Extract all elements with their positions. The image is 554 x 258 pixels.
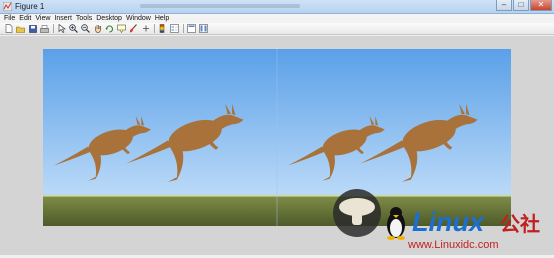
figure-toolbar: [0, 23, 554, 35]
show-plot-tools-icon[interactable]: [199, 24, 208, 33]
insert-legend-icon[interactable]: [170, 24, 179, 33]
open-icon[interactable]: [16, 24, 25, 33]
blurred-taskbar-text: [140, 4, 300, 8]
toolbar-separator: [53, 24, 54, 33]
menu-desktop[interactable]: Desktop: [96, 14, 122, 23]
rotate-3d-icon[interactable]: [105, 24, 114, 33]
watermark-brand: Linux: [412, 207, 485, 237]
watermark-url: www.Linuxidc.com: [407, 239, 498, 251]
brush-icon[interactable]: [129, 24, 138, 33]
close-button[interactable]: ✕: [530, 0, 552, 11]
print-icon[interactable]: [40, 24, 49, 33]
menu-tools[interactable]: Tools: [76, 14, 92, 23]
matlab-figure-icon: [3, 2, 12, 11]
menu-edit[interactable]: Edit: [19, 14, 31, 23]
hide-plot-tools-icon[interactable]: [187, 24, 196, 33]
minimize-button[interactable]: –: [496, 0, 512, 11]
zoom-in-icon[interactable]: [69, 24, 78, 33]
menu-help[interactable]: Help: [155, 14, 169, 23]
new-figure-icon[interactable]: [4, 24, 13, 33]
window-title: Figure 1: [15, 2, 45, 11]
maximize-button[interactable]: □: [513, 0, 529, 11]
insert-colorbar-icon[interactable]: [158, 24, 167, 33]
watermark-cjk: 公社: [500, 212, 540, 236]
edit-plot-arrow-icon[interactable]: [57, 24, 66, 33]
pan-hand-icon[interactable]: [93, 24, 102, 33]
menu-view[interactable]: View: [35, 14, 50, 23]
link-plot-icon[interactable]: [141, 24, 150, 33]
title-bar: Figure 1 – □ ✕: [0, 0, 554, 14]
save-icon[interactable]: [28, 24, 37, 33]
zoom-out-icon[interactable]: [81, 24, 90, 33]
toolbar-separator: [154, 24, 155, 33]
menu-insert[interactable]: Insert: [54, 14, 72, 23]
menu-file[interactable]: File: [4, 14, 15, 23]
data-cursor-icon[interactable]: [117, 24, 126, 33]
menu-bar: File Edit View Insert Tools Desktop Wind…: [0, 14, 554, 23]
linuxidc-watermark: Linux 公社 www.Linuxidc.com: [322, 187, 552, 253]
penguin-icon: [387, 207, 405, 240]
menu-window[interactable]: Window: [126, 14, 151, 23]
toolbar-separator: [183, 24, 184, 33]
